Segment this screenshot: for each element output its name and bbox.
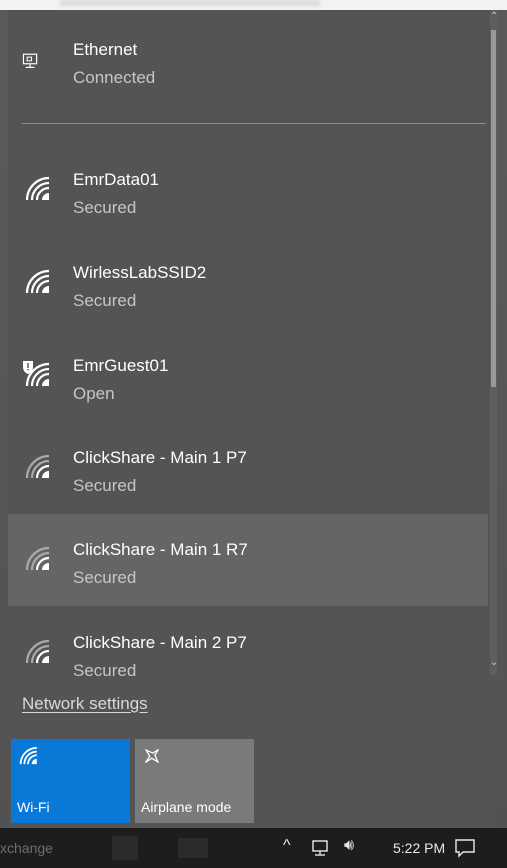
network-row[interactable]: ClickShare - Main 2 P7 Secured [8,607,488,699]
network-status: Secured [73,476,137,495]
network-status: Secured [73,198,137,217]
taskbar-app-icon[interactable] [178,838,208,858]
window-top-strip [0,0,507,10]
network-name: EmrData01 [73,170,159,189]
airplane-tile-label: Airplane mode [141,799,232,815]
network-name: ClickShare - Main 2 P7 [73,633,247,652]
divider [22,123,486,124]
taskbar: xchange ^ 🔊︎ 5:22 PM [0,828,507,868]
scrollbar[interactable]: ⌃ ⌄ [490,10,498,675]
volume-icon[interactable]: 🔊︎ [344,837,354,855]
ethernet-icon [22,53,38,68]
network-settings-link[interactable]: Network settings [22,694,148,714]
network-icon[interactable] [311,838,331,858]
wifi-signal-icon [25,546,50,571]
wifi-signal-icon [25,454,50,479]
wifi-open-shield-icon [23,361,50,387]
scroll-up-icon[interactable]: ⌃ [490,12,498,22]
network-row[interactable]: EmrGuest01 Open [8,330,488,422]
network-row[interactable]: WirlessLabSSID2 Secured [8,237,488,329]
network-row[interactable]: ClickShare - Main 1 R7 Secured [8,514,488,606]
network-name: Ethernet [73,40,138,59]
airplane-mode-tile[interactable]: Airplane mode [135,739,254,823]
airplane-icon [144,748,160,764]
clock[interactable]: 5:22 PM [393,840,445,856]
wifi-icon [19,747,37,765]
scrollbar-thumb[interactable] [491,30,496,387]
network-name: ClickShare - Main 1 P7 [73,448,247,467]
chevron-up-icon[interactable]: ^ [283,837,291,855]
network-status: Secured [73,568,137,587]
network-status: Open [73,384,115,403]
wifi-signal-icon [25,176,50,201]
wifi-signal-icon [25,269,50,294]
network-row[interactable]: ClickShare - Main 1 P7 Secured [8,422,488,514]
network-flyout: Ethernet Connected EmrData01 Secured Wir… [8,10,498,828]
wifi-signal-icon [25,639,50,664]
network-status: Secured [73,291,137,310]
scroll-down-icon[interactable]: ⌄ [490,658,498,668]
network-name: EmrGuest01 [73,356,169,375]
network-row-ethernet[interactable]: Ethernet Connected [8,10,488,102]
network-name: ClickShare - Main 1 R7 [73,540,248,559]
network-status: Connected [73,68,156,87]
taskbar-app-label[interactable]: xchange [0,840,53,856]
task-view-icon[interactable] [112,836,138,860]
network-status: Secured [73,661,137,680]
network-row[interactable]: EmrData01 Secured [8,144,488,236]
action-center-icon[interactable] [454,837,476,859]
network-name: WirlessLabSSID2 [73,263,207,282]
wifi-tile-label: Wi-Fi [17,799,50,815]
wifi-toggle-tile[interactable]: Wi-Fi [11,739,130,823]
